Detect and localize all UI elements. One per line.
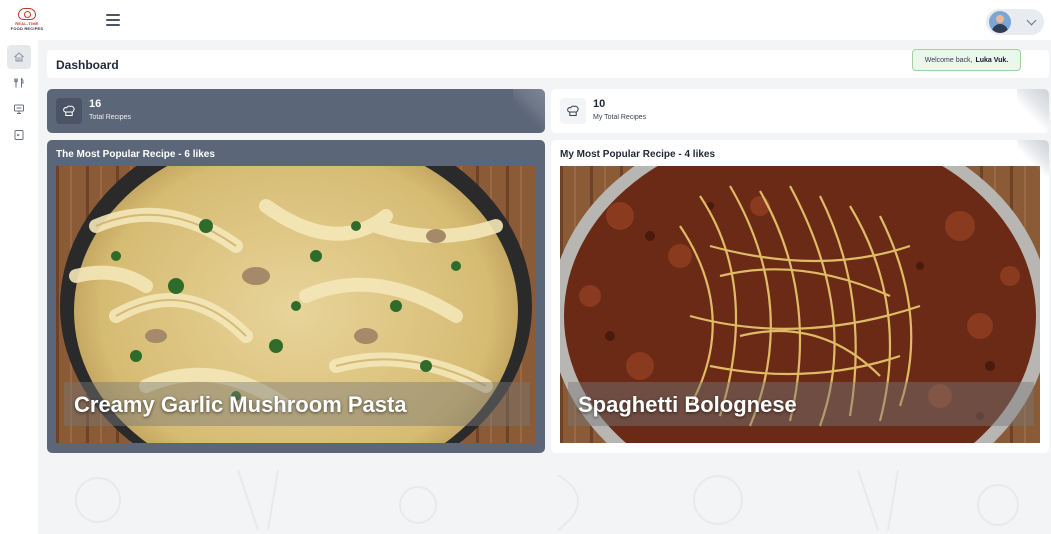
sidebar-item-my-recipes[interactable] — [7, 97, 31, 121]
chef-hat-icon — [567, 105, 579, 116]
recipe-card-heading: The Most Popular Recipe - 6 likes — [56, 149, 215, 160]
hamburger-icon[interactable] — [106, 14, 120, 26]
stat-icon-box — [560, 98, 586, 124]
sidebar-item-dashboard[interactable] — [7, 45, 31, 69]
stat-label: My Total Recipes — [593, 114, 647, 121]
corner-decoration — [1017, 89, 1049, 133]
stat-value: 16 — [89, 98, 102, 110]
background-pattern — [75, 469, 1019, 531]
most-popular-recipe-card: The Most Popular Recipe - 6 likes Creamy… — [47, 140, 545, 453]
page-title: Dashboard — [56, 58, 119, 72]
logo-icon — [18, 8, 36, 20]
welcome-user: Luka Vuk. — [975, 56, 1009, 64]
page-header: Dashboard — [47, 50, 1049, 78]
top-bar: REAL-TIME FOOD RECIPES — [0, 0, 1051, 40]
utensils-icon — [14, 77, 24, 88]
user-menu-button[interactable] — [986, 9, 1044, 35]
welcome-prefix: Welcome back, — [924, 56, 973, 64]
monitor-icon — [14, 104, 24, 114]
stat-label: Total Recipes — [89, 114, 132, 121]
welcome-toast: Welcome back, Luka Vuk. — [912, 49, 1021, 71]
sidebar-item-logout[interactable] — [7, 123, 31, 147]
stat-value: 10 — [593, 98, 606, 110]
chevron-down-icon — [1026, 15, 1037, 26]
recipe-card-heading: My Most Popular Recipe - 4 likes — [560, 149, 716, 160]
sidebar-item-recipes[interactable] — [7, 71, 31, 95]
corner-decoration — [1017, 140, 1049, 176]
app-logo[interactable]: REAL-TIME FOOD RECIPES — [5, 8, 49, 34]
recipe-title[interactable]: Creamy Garlic Mushroom Pasta — [74, 392, 407, 418]
corner-decoration — [513, 89, 545, 133]
home-icon — [14, 52, 24, 62]
logo-text-line2: FOOD RECIPES — [10, 26, 44, 31]
stat-card-total-recipes: 16 Total Recipes — [47, 89, 545, 133]
stat-icon-box — [56, 98, 82, 124]
my-most-popular-recipe-card: My Most Popular Recipe - 4 likes Spaghet… — [551, 140, 1049, 453]
recipe-image[interactable]: Spaghetti Bolognese — [560, 166, 1040, 443]
avatar — [989, 11, 1011, 33]
chef-hat-icon — [63, 105, 75, 116]
recipe-image[interactable]: Creamy Garlic Mushroom Pasta — [56, 166, 536, 443]
logout-icon — [14, 130, 24, 140]
recipe-title[interactable]: Spaghetti Bolognese — [578, 392, 797, 418]
sidebar — [0, 40, 38, 534]
stat-card-my-total-recipes: 10 My Total Recipes — [551, 89, 1049, 133]
